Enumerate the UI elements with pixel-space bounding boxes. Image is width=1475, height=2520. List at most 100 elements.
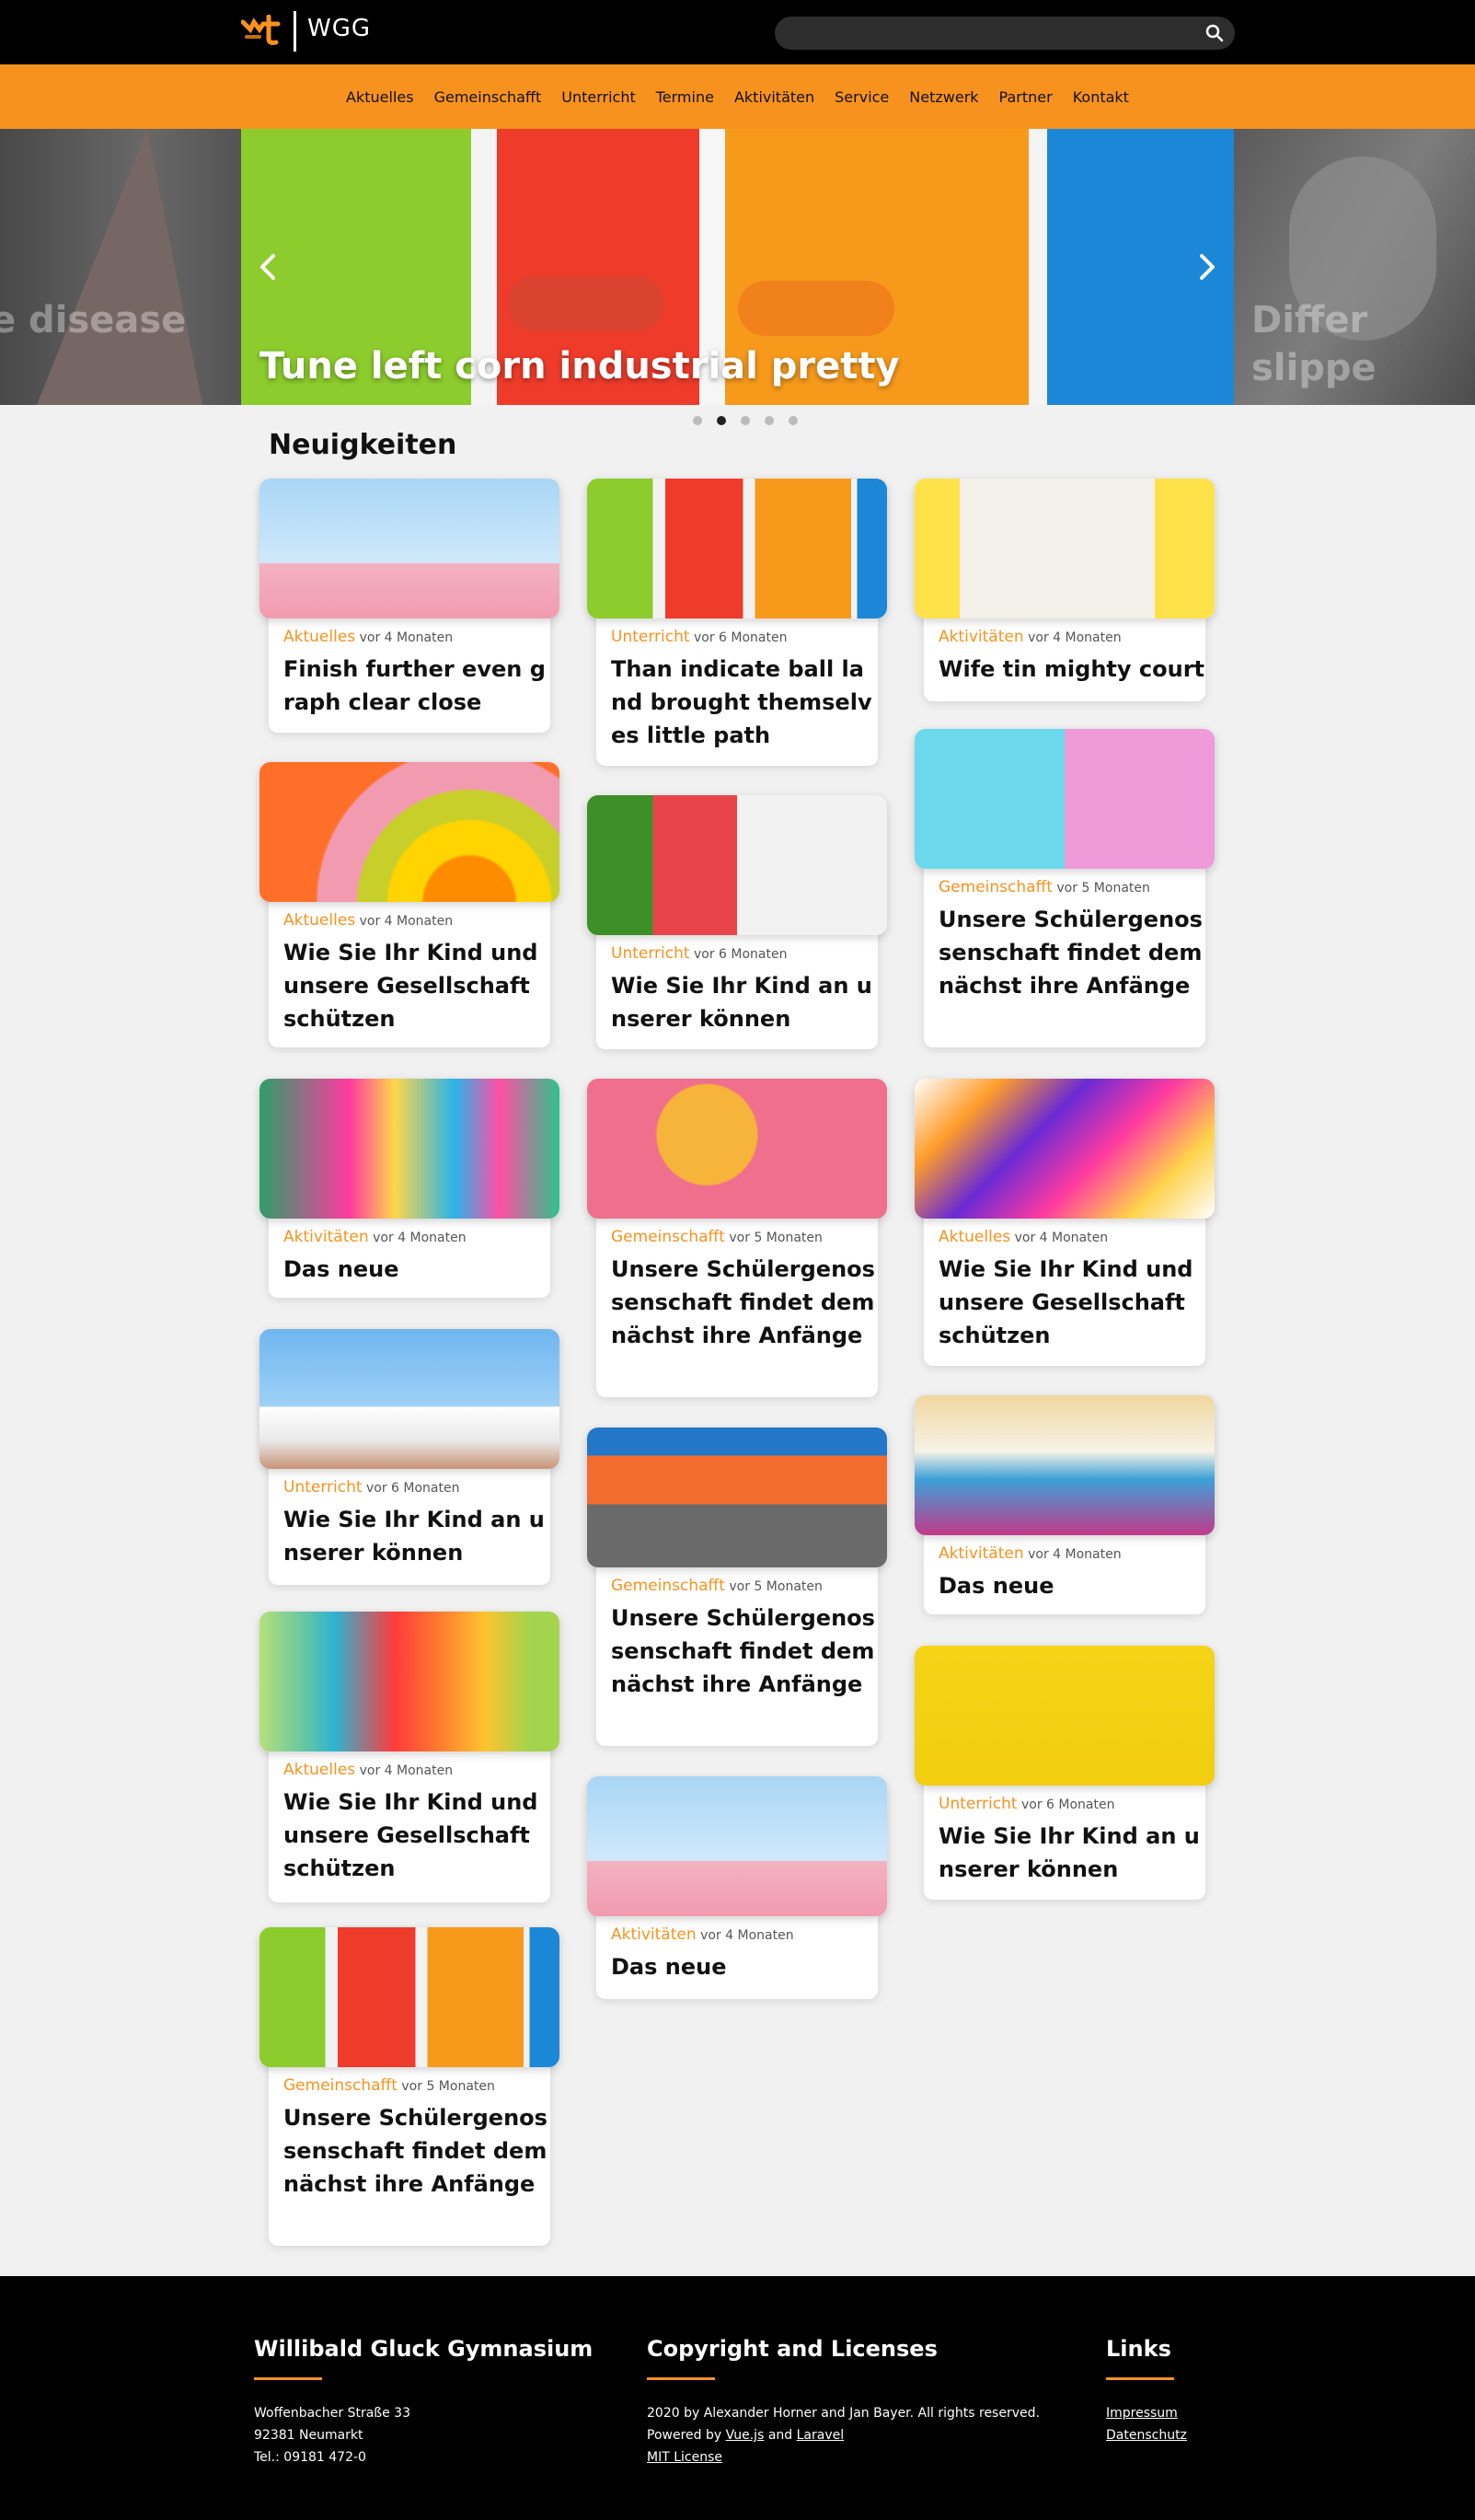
news-card-title[interactable]: Unsere Schülergenossenschaft findet demn… — [611, 1601, 878, 1701]
news-card[interactable]: Aktuelles vor 4 Monaten Wie Sie Ihr Kind … — [915, 1079, 1215, 1366]
news-card-image[interactable] — [587, 1428, 887, 1567]
news-card-category[interactable]: Aktuelles — [283, 628, 355, 646]
news-card-title[interactable]: Das neue — [611, 1950, 878, 1983]
impressum-link[interactable]: Impressum — [1106, 2406, 1178, 2421]
news-card-meta: Unterricht vor 6 Monaten — [939, 1795, 1114, 1813]
news-card-title[interactable]: Unsere Schülergenossenschaft findet demn… — [611, 1253, 878, 1352]
nav-item-termine[interactable]: Termine — [656, 88, 714, 106]
nav-item-unterricht[interactable]: Unterricht — [561, 88, 636, 106]
footer-divider — [254, 2377, 322, 2380]
news-card-image[interactable] — [587, 479, 887, 618]
news-card-image[interactable] — [915, 1079, 1215, 1219]
news-card-image[interactable] — [259, 1079, 559, 1219]
carousel-dot[interactable] — [789, 416, 798, 425]
news-card-title[interactable]: Wie Sie Ihr Kind und unsere Gesellschaft… — [283, 936, 550, 1035]
news-card-title[interactable]: Wie Sie Ihr Kind an unserer können — [283, 1503, 550, 1569]
logo-divider — [294, 11, 296, 52]
news-card[interactable]: Unterricht vor 6 Monaten Wie Sie Ihr Kind… — [915, 1646, 1215, 1900]
news-card-title[interactable]: Unsere Schülergenossenschaft findet demn… — [283, 2101, 550, 2201]
news-card-image[interactable] — [915, 479, 1215, 618]
footer-links: Impressum Datenschutz — [1106, 2402, 1187, 2446]
news-card-category[interactable]: Gemeinschafft — [611, 1228, 725, 1246]
news-card-category[interactable]: Aktuelles — [283, 911, 355, 930]
news-card[interactable]: Aktuelles vor 4 Monaten Finish further ev… — [259, 479, 559, 733]
nav-item-kontakt[interactable]: Kontakt — [1073, 88, 1129, 106]
search-input[interactable] — [775, 17, 1235, 50]
carousel-dot[interactable] — [693, 416, 702, 425]
news-card-category[interactable]: Gemeinschafft — [611, 1577, 725, 1595]
datenschutz-link[interactable]: Datenschutz — [1106, 2428, 1187, 2443]
news-card-category[interactable]: Gemeinschafft — [283, 2076, 398, 2095]
news-card-time: vor 4 Monaten — [1028, 1547, 1122, 1562]
news-card-title[interactable]: Wife tin mighty court — [939, 653, 1205, 686]
news-card-category[interactable]: Aktivitäten — [283, 1228, 369, 1246]
news-card[interactable]: Aktivitäten vor 4 Monaten Das neue — [259, 1079, 559, 1298]
footer: Willibald Gluck Gymnasium Woffenbacher S… — [0, 2276, 1475, 2520]
news-card-image[interactable] — [259, 1612, 559, 1751]
news-card-title[interactable]: Wie Sie Ihr Kind und unsere Gesellschaft… — [939, 1253, 1205, 1352]
news-card-title[interactable]: Than indicate ball land brought themselv… — [611, 653, 878, 752]
news-card-title[interactable]: Das neue — [939, 1569, 1205, 1602]
news-card-category[interactable]: Unterricht — [939, 1795, 1018, 1813]
news-card-title[interactable]: Finish further even graph clear close — [283, 653, 550, 719]
news-card-title[interactable]: Wie Sie Ihr Kind an unserer können — [939, 1820, 1205, 1886]
news-card[interactable]: Aktivitäten vor 4 Monaten Das neue — [915, 1395, 1215, 1614]
previous-slide-image[interactable] — [0, 129, 241, 405]
vuejs-link[interactable]: Vue.js — [726, 2428, 765, 2443]
news-card-image[interactable] — [587, 1776, 887, 1916]
news-card[interactable]: Aktivitäten vor 4 Monaten Das neue — [587, 1776, 887, 1999]
news-card-category[interactable]: Aktivitäten — [939, 1544, 1024, 1563]
nav-item-gemeinschafft[interactable]: Gemeinschafft — [434, 88, 542, 106]
news-card-image[interactable] — [259, 1329, 559, 1469]
news-card-title[interactable]: Wie Sie Ihr Kind an unserer können — [611, 969, 878, 1035]
news-card[interactable]: Gemeinschafft vor 5 Monaten Unsere Schüle… — [587, 1079, 887, 1397]
news-card-time: vor 4 Monaten — [359, 1763, 454, 1778]
nav-item-aktivitäten[interactable]: Aktivitäten — [734, 88, 814, 106]
news-card-category[interactable]: Aktivitäten — [939, 628, 1024, 646]
news-card-image[interactable] — [915, 729, 1215, 869]
nav-item-service[interactable]: Service — [835, 88, 889, 106]
carousel-dot[interactable] — [741, 416, 750, 425]
news-card[interactable]: Gemeinschafft vor 5 Monaten Unsere Schüle… — [259, 1927, 559, 2246]
news-card[interactable]: Unterricht vor 6 Monaten Wie Sie Ihr Kind… — [587, 795, 887, 1049]
nav-item-partner[interactable]: Partner — [999, 88, 1053, 106]
next-slide-title: Differ slippe support mo — [1251, 299, 1413, 398]
nav-item-aktuelles[interactable]: Aktuelles — [346, 88, 414, 106]
logo-text[interactable]: WGG — [307, 15, 371, 42]
news-card[interactable]: Gemeinschafft vor 5 Monaten Unsere Schüle… — [915, 729, 1215, 1047]
carousel-dot-active[interactable] — [717, 416, 726, 425]
mit-license-link[interactable]: MIT License — [647, 2450, 722, 2465]
laravel-link[interactable]: Laravel — [797, 2428, 845, 2443]
news-card-category[interactable]: Aktuelles — [283, 1761, 355, 1779]
news-card-category[interactable]: Aktivitäten — [611, 1925, 697, 1944]
news-card-category[interactable]: Unterricht — [611, 628, 690, 646]
news-card-title[interactable]: Wie Sie Ihr Kind und unsere Gesellschaft… — [283, 1786, 550, 1885]
news-card-title[interactable]: Unsere Schülergenossenschaft findet demn… — [939, 903, 1205, 1002]
news-card-title[interactable]: Das neue — [283, 1253, 550, 1286]
news-card-category[interactable]: Gemeinschafft — [939, 878, 1053, 896]
news-card-image[interactable] — [259, 479, 559, 618]
news-card[interactable]: Aktivitäten vor 4 Monaten Wife tin mighty… — [915, 479, 1215, 701]
news-card[interactable]: Gemeinschafft vor 5 Monaten Unsere Schüle… — [587, 1428, 887, 1746]
news-card-image[interactable] — [259, 1927, 559, 2067]
news-card[interactable]: Aktuelles vor 4 Monaten Wie Sie Ihr Kind … — [259, 1612, 559, 1902]
chevron-right-icon[interactable] — [1193, 249, 1220, 285]
news-card-category[interactable]: Unterricht — [611, 944, 690, 963]
footer-school-heading: Willibald Gluck Gymnasium — [254, 2336, 593, 2362]
news-card[interactable]: Unterricht vor 6 Monaten Wie Sie Ihr Kind… — [259, 1329, 559, 1585]
carousel-dot[interactable] — [765, 416, 774, 425]
nav-item-netzwerk[interactable]: Netzwerk — [909, 88, 978, 106]
school-logo[interactable] — [241, 15, 285, 46]
news-card[interactable]: Unterricht vor 6 Monaten Than indicate ba… — [587, 479, 887, 766]
news-card-image[interactable] — [259, 762, 559, 902]
chevron-left-icon[interactable] — [255, 249, 282, 285]
news-card-category[interactable]: Aktuelles — [939, 1228, 1010, 1246]
news-card[interactable]: Aktuelles vor 4 Monaten Wie Sie Ihr Kind … — [259, 762, 559, 1047]
news-card-category[interactable]: Unterricht — [283, 1478, 363, 1497]
news-card-image[interactable] — [587, 1079, 887, 1219]
search-icon[interactable] — [1204, 22, 1226, 44]
news-card-image[interactable] — [915, 1646, 1215, 1786]
news-card-image[interactable] — [587, 795, 887, 935]
news-card-image[interactable] — [915, 1395, 1215, 1535]
hero-slide-title[interactable]: Tune left corn industrial pretty — [259, 345, 900, 387]
